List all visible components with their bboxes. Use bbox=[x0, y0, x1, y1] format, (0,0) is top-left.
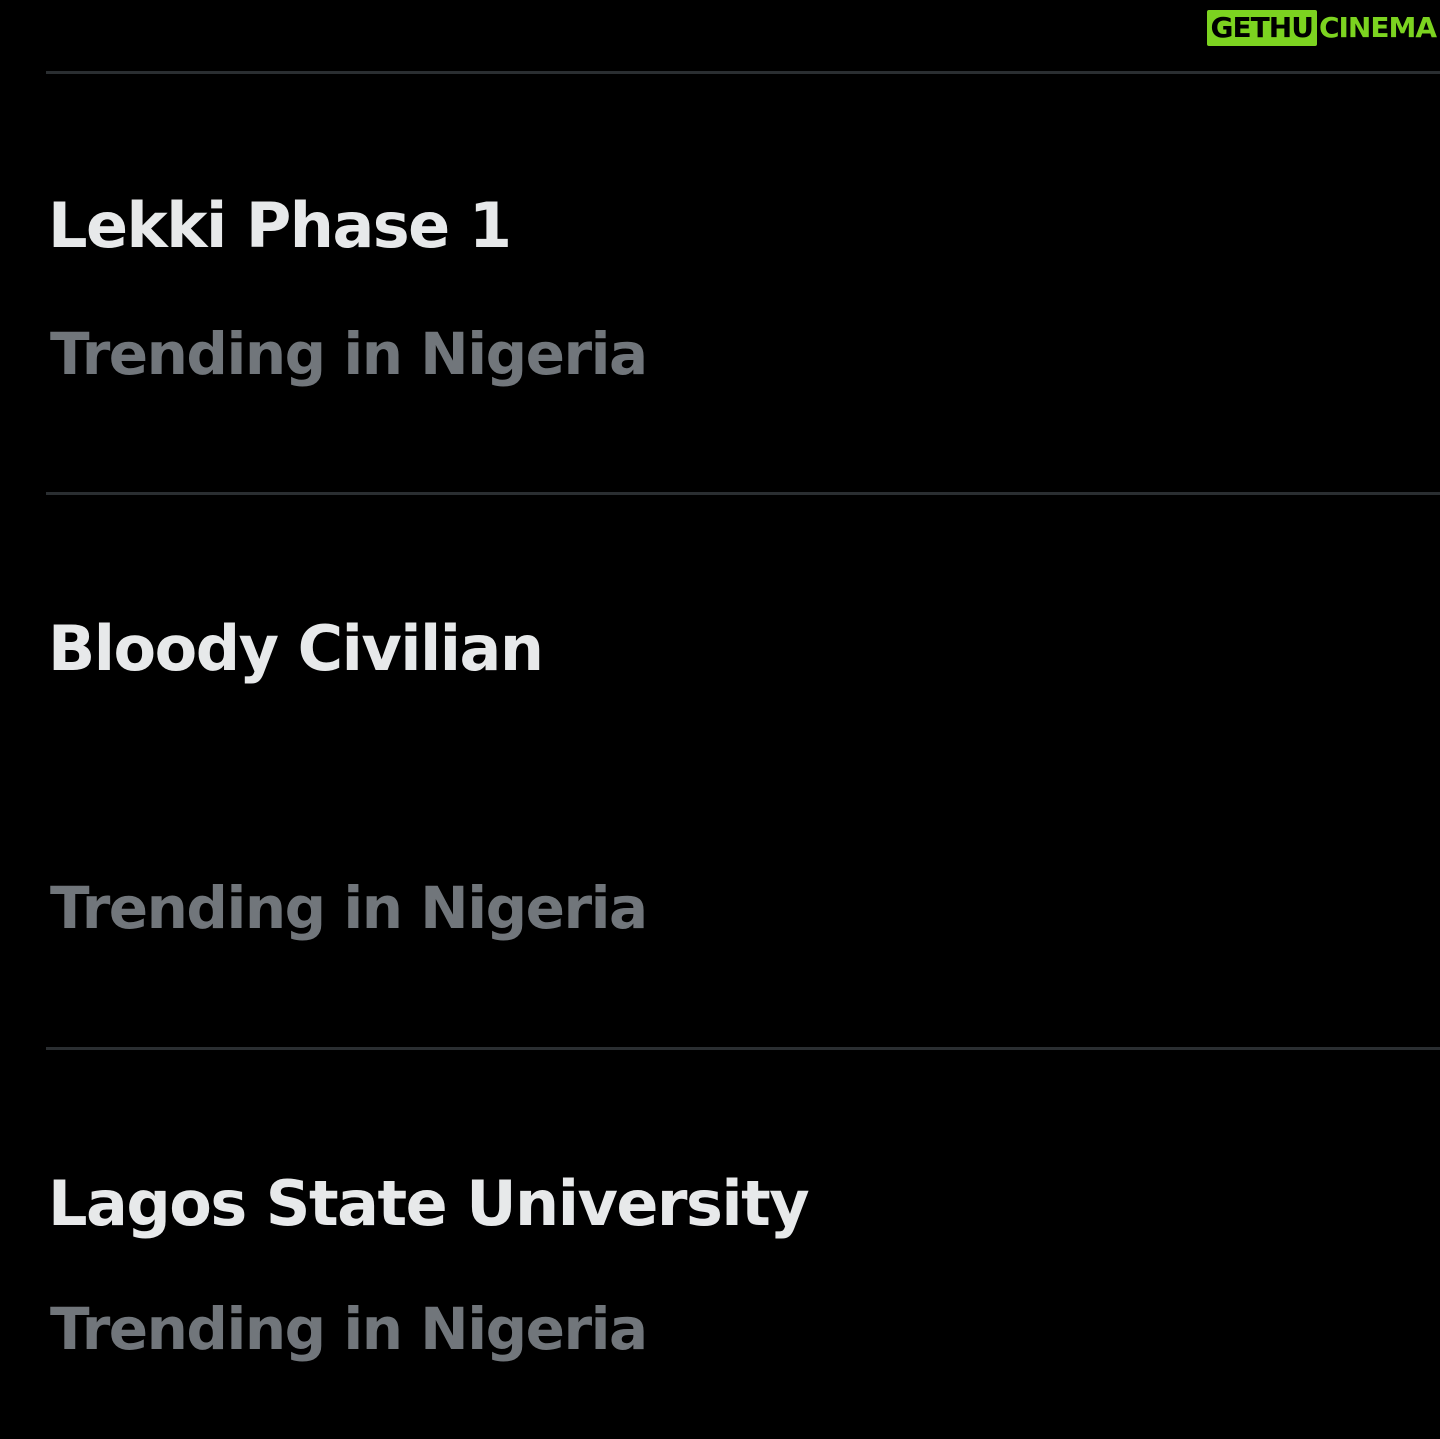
divider bbox=[46, 492, 1440, 495]
watermark-logo-part2: CINEMA bbox=[1318, 11, 1437, 44]
trend-meta: Trending in Nigeria bbox=[50, 320, 648, 388]
watermark-logo-part1: GETHU bbox=[1206, 10, 1317, 46]
trend-meta: Trending in Nigeria bbox=[50, 874, 648, 942]
trend-title[interactable]: Lagos State University bbox=[48, 1173, 810, 1235]
trend-title[interactable]: Lekki Phase 1 bbox=[48, 195, 512, 257]
divider bbox=[46, 1047, 1440, 1050]
watermark-logo: GETHU CINEMA bbox=[1206, 10, 1437, 46]
trend-title[interactable]: Bloody Civilian bbox=[48, 618, 544, 680]
divider bbox=[46, 71, 1440, 74]
trend-meta: Trending in Nigeria bbox=[50, 1295, 648, 1363]
